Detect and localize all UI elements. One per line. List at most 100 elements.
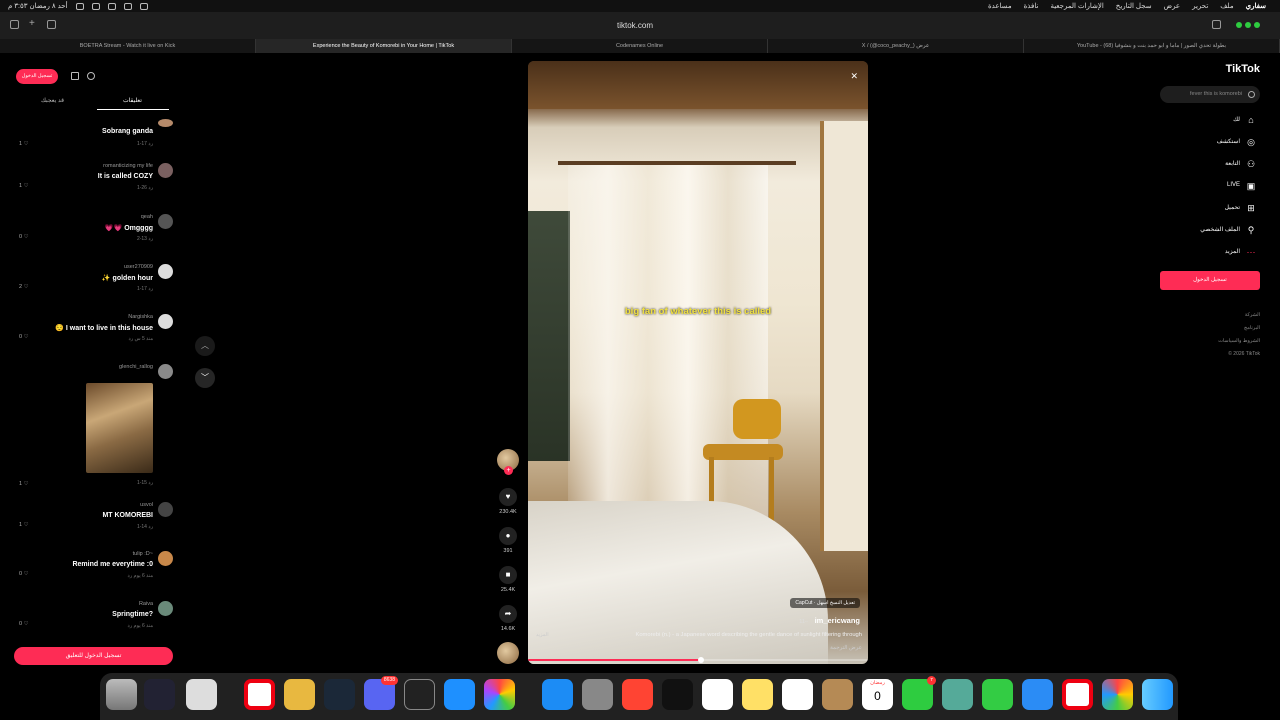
tab-youtube[interactable]: YouTube - (68) بطولة تحدي الصور | ماما و…: [1024, 39, 1280, 53]
home-icon[interactable]: ⌂: [1246, 115, 1256, 125]
comment-author[interactable]: usvol: [140, 502, 153, 508]
avatar[interactable]: [158, 119, 173, 127]
facetime-icon[interactable]: ٢: [902, 676, 936, 710]
avatar[interactable]: [158, 163, 173, 178]
mail-icon[interactable]: [1022, 679, 1053, 710]
comment-likes[interactable]: 2 ♡: [19, 284, 29, 290]
tab-you-may-like[interactable]: قد يعجبك: [41, 97, 64, 104]
follow-plus-icon[interactable]: +: [504, 466, 513, 475]
comment-meta[interactable]: منذ 5 س رد: [128, 336, 153, 342]
nav-following[interactable]: التابعة: [1225, 160, 1240, 167]
comment-meta[interactable]: 2-13 رد: [137, 236, 153, 242]
more-dots-icon[interactable]: ⋯: [1246, 247, 1256, 257]
notes-icon[interactable]: [742, 679, 773, 710]
share-action[interactable]: ➦ 14.6K: [498, 605, 518, 632]
comment-likes[interactable]: 1 ♡: [19, 522, 29, 528]
video-player[interactable]: big fan of whatever this is called ✕ Cap…: [528, 61, 868, 664]
opera-stack-icon[interactable]: [186, 679, 217, 710]
comment-author[interactable]: qeah: [141, 214, 153, 220]
comment-likes[interactable]: 1 ♡: [19, 183, 29, 189]
login-button[interactable]: تسجيل الدخول: [1160, 271, 1260, 290]
opera-gx-icon[interactable]: [1062, 679, 1093, 710]
heart-icon[interactable]: ♥: [499, 488, 517, 506]
phone-icon[interactable]: [71, 72, 79, 80]
avatar[interactable]: [158, 214, 173, 229]
comment-meta[interactable]: 1-17 رد: [137, 286, 153, 292]
share-arrow-icon[interactable]: ➦: [499, 605, 517, 623]
upload-icon[interactable]: ⊞: [1246, 203, 1256, 213]
sound-disc[interactable]: [497, 642, 519, 664]
capcut-badge[interactable]: CapCut · تعديل النسخ اسهل: [790, 598, 860, 608]
comment-likes[interactable]: 0 ♡: [19, 234, 29, 240]
see-translation-link[interactable]: عرض الترجمة: [830, 645, 862, 651]
login-button-top[interactable]: تسجيل الدخول: [16, 69, 58, 84]
comment-meta[interactable]: 1-26 رد: [137, 185, 153, 191]
window-minimize-icon[interactable]: [1245, 22, 1251, 28]
comment-meta[interactable]: 1-15 رد: [137, 480, 153, 486]
comment-likes[interactable]: 1 ♡: [19, 141, 29, 147]
tab-kick[interactable]: BOETRA Stream - Watch it live on Kick: [0, 39, 256, 53]
comment-author[interactable]: glenchi_rallog: [119, 364, 153, 370]
nav-for-you[interactable]: لك: [1233, 116, 1240, 123]
opera-icon[interactable]: [244, 679, 275, 710]
nav-live[interactable]: LIVE: [1227, 182, 1240, 188]
reminders-icon[interactable]: [782, 679, 813, 710]
tab-codenames[interactable]: Codenames Online: [512, 39, 768, 53]
nav-more[interactable]: المزيد: [1225, 248, 1240, 255]
battery-icon[interactable]: [107, 2, 116, 10]
comment-icon[interactable]: ●: [499, 527, 517, 545]
photos-icon[interactable]: [484, 679, 515, 710]
address-bar[interactable]: tiktok.com: [520, 18, 750, 33]
freeform-icon[interactable]: [702, 679, 733, 710]
bookmark-icon[interactable]: ■: [499, 566, 517, 584]
like-action[interactable]: ♥ 230.4K: [498, 488, 518, 515]
previous-video-button[interactable]: ︿: [195, 336, 215, 356]
comment-likes[interactable]: 0 ♡: [19, 334, 29, 340]
menu-item-history[interactable]: سجل التاريخ: [1116, 2, 1152, 10]
messages-icon[interactable]: [982, 679, 1013, 710]
comment-author[interactable]: user270909: [124, 264, 153, 270]
comment-author[interactable]: romanticizing my life: [103, 163, 153, 169]
menu-item-window[interactable]: نافذة: [1024, 2, 1039, 10]
avatar[interactable]: [158, 551, 173, 566]
comment-likes[interactable]: 0 ♡: [19, 571, 29, 577]
tab-tiktok[interactable]: Experience the Beauty of Komorebi in You…: [256, 39, 512, 53]
menu-item-bookmarks[interactable]: الإشارات المرجعية: [1050, 2, 1103, 10]
window-close-icon[interactable]: [1254, 22, 1260, 28]
next-video-button[interactable]: ﹀: [195, 368, 215, 388]
clock[interactable]: أحد ٨ رمضان ٣:٥٣ م: [8, 2, 68, 10]
sidebar-icon[interactable]: [10, 20, 19, 29]
comment-author[interactable]: Nargishka: [128, 314, 153, 320]
safari-icon[interactable]: [444, 679, 475, 710]
save-action[interactable]: ■ 25.4K: [498, 566, 518, 593]
close-icon[interactable]: ✕: [850, 71, 858, 82]
comment-meta[interactable]: منذ 6 يوم رد: [128, 623, 153, 629]
new-tab-icon[interactable]: +: [29, 19, 38, 29]
comment-author[interactable]: Raiva: [139, 601, 153, 607]
more-link[interactable]: المزيد: [536, 632, 549, 638]
launchpad-icon[interactable]: [1102, 679, 1133, 710]
comment-meta[interactable]: 1-14 رد: [137, 524, 153, 530]
comment-meta[interactable]: منذ 6 يوم رد: [128, 573, 153, 579]
apple-tv-icon[interactable]: [662, 679, 693, 710]
menu-item-edit[interactable]: تحرير: [1192, 2, 1208, 10]
nav-upload[interactable]: تحميل: [1225, 204, 1240, 211]
compass-icon[interactable]: ◎: [1246, 137, 1256, 147]
discord-icon[interactable]: 8638: [364, 676, 398, 710]
menu-item-file[interactable]: ملف: [1220, 2, 1233, 10]
profile-icon[interactable]: ⚲: [1246, 225, 1256, 235]
comment-author[interactable]: tulip :D~: [133, 551, 153, 557]
footer-company[interactable]: الشركة: [1245, 312, 1260, 318]
game-icon[interactable]: [284, 679, 315, 710]
nav-profile[interactable]: الملف الشخصي: [1200, 226, 1240, 233]
maps-icon[interactable]: [942, 679, 973, 710]
avatar[interactable]: [158, 314, 173, 329]
menu-app-name[interactable]: سفاري: [1246, 2, 1266, 10]
avatar[interactable]: [158, 601, 173, 616]
trash-icon[interactable]: [106, 679, 137, 710]
tab-comments[interactable]: تعليقات: [123, 97, 142, 104]
comment-likes[interactable]: 0 ♡: [19, 621, 29, 627]
menu-item-help[interactable]: مساعدة: [988, 2, 1012, 10]
menu-item-view[interactable]: عرض: [1164, 2, 1181, 10]
tab-x[interactable]: X / (@coco_peachy_) عرض: [768, 39, 1024, 53]
